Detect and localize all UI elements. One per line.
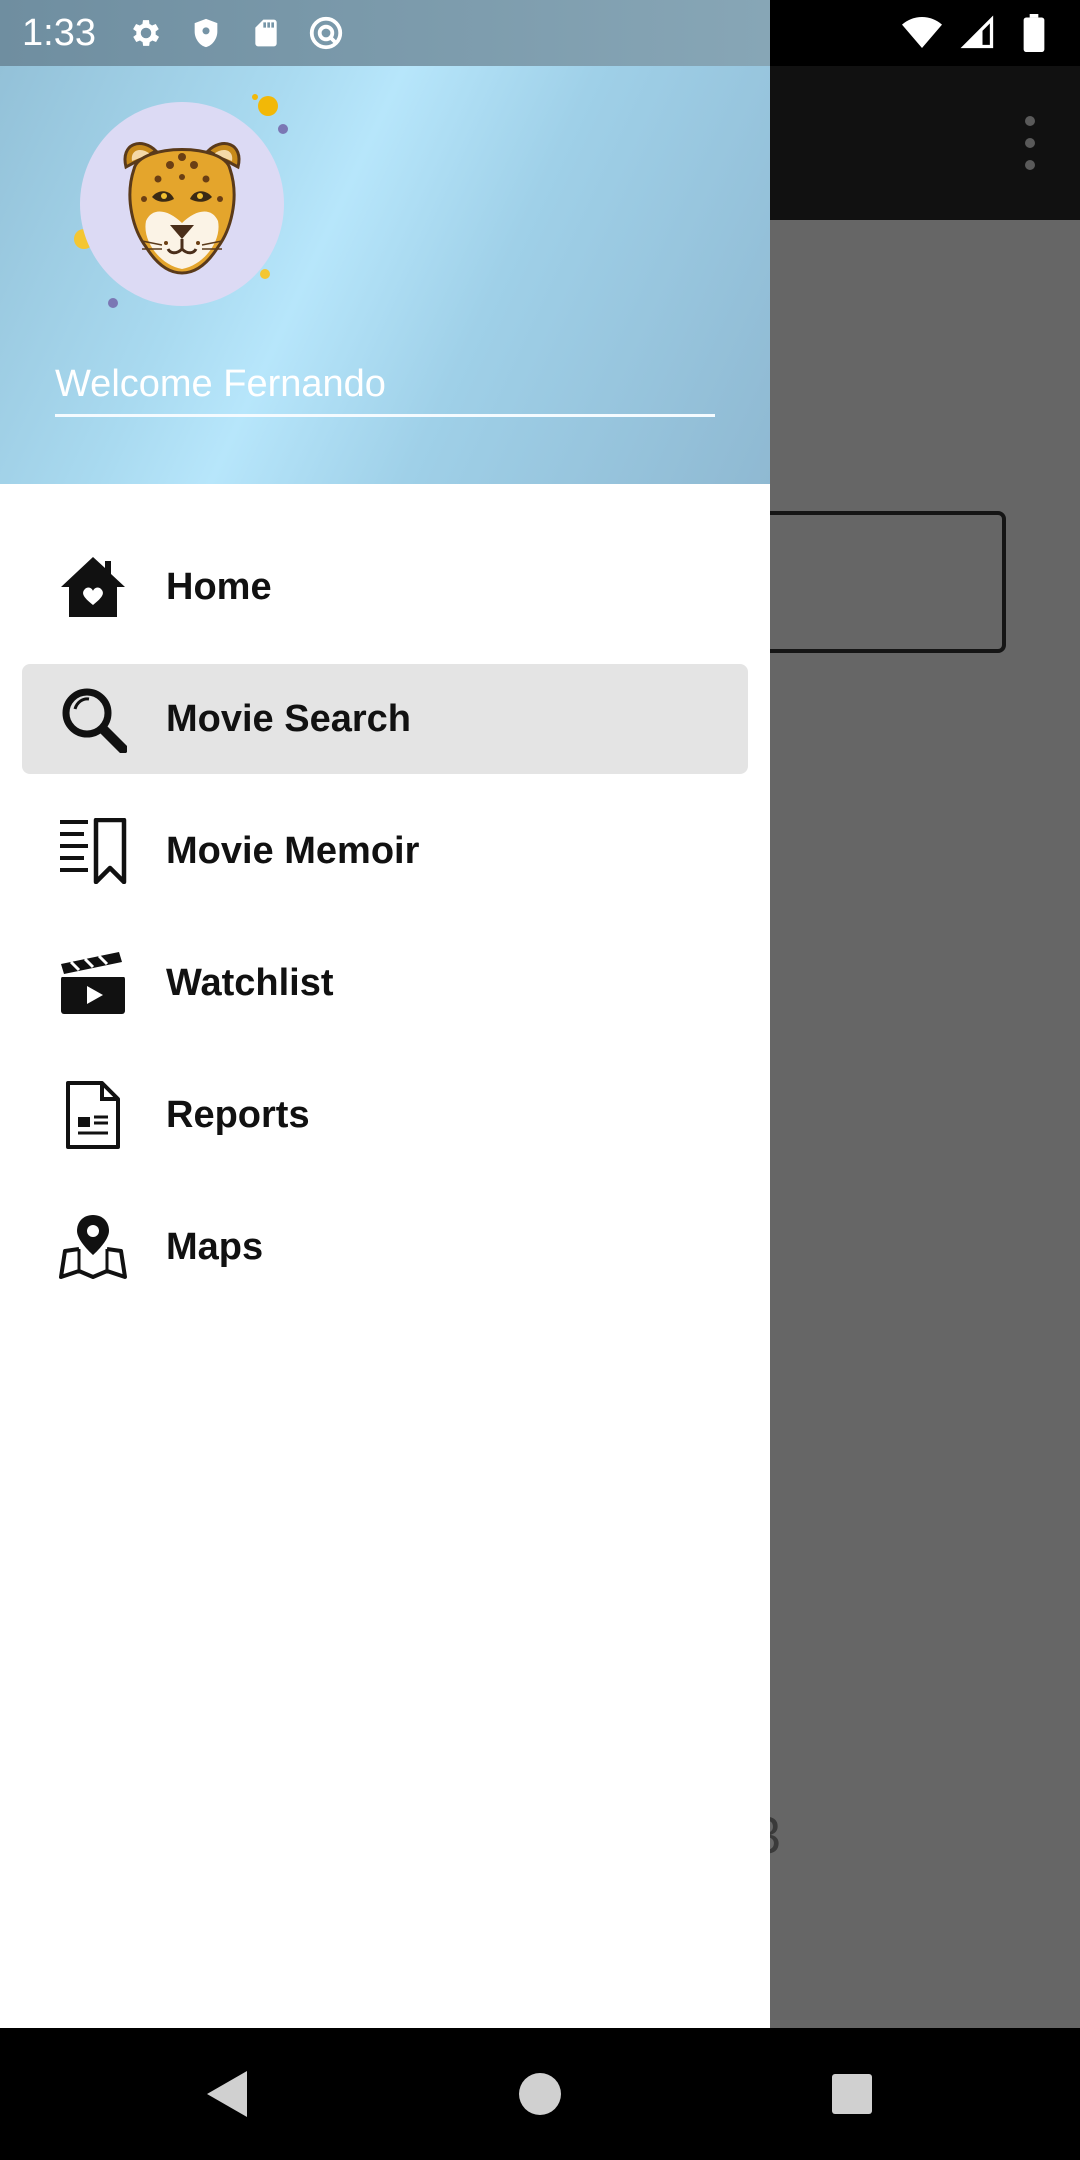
drawer-menu: Home Movie Search Movie Memoir Watchlist… bbox=[0, 484, 770, 1302]
system-nav-bar bbox=[0, 2028, 1080, 2160]
decorative-dot bbox=[252, 94, 258, 100]
more-vert-icon[interactable] bbox=[1020, 116, 1040, 170]
report-document-icon bbox=[58, 1080, 128, 1150]
navigation-drawer: Welcome Fernando Home Movie Search Movie… bbox=[0, 66, 770, 2028]
settings-icon bbox=[126, 13, 166, 53]
home-circle-icon[interactable] bbox=[510, 2064, 570, 2124]
menu-item-label: Maps bbox=[166, 1225, 264, 1268]
status-bar-left: 1:33 bbox=[0, 0, 770, 66]
sd-card-icon bbox=[246, 13, 286, 53]
menu-item-label: Watchlist bbox=[166, 961, 334, 1004]
cell-signal-icon bbox=[958, 13, 998, 53]
shield-icon bbox=[186, 13, 226, 53]
menu-item-watchlist[interactable]: Watchlist bbox=[22, 928, 748, 1038]
menu-item-label: Movie Search bbox=[166, 697, 411, 740]
clapperboard-icon bbox=[58, 948, 128, 1018]
status-time: 1:33 bbox=[22, 11, 96, 54]
decorative-dot bbox=[258, 96, 278, 116]
memoir-bookmark-icon bbox=[58, 816, 128, 886]
status-bar: 1:33 bbox=[0, 0, 1080, 66]
menu-item-label: Movie Memoir bbox=[166, 829, 420, 872]
welcome-field[interactable]: Welcome Fernando bbox=[55, 356, 715, 417]
search-icon bbox=[58, 684, 128, 754]
welcome-text: Welcome Fernando bbox=[55, 363, 386, 405]
menu-item-maps[interactable]: Maps bbox=[22, 1192, 748, 1302]
drawer-header: Welcome Fernando bbox=[0, 66, 770, 484]
back-icon[interactable] bbox=[196, 2064, 256, 2124]
decorative-dot bbox=[260, 269, 270, 279]
status-bar-right bbox=[894, 0, 1062, 66]
battery-icon bbox=[1014, 13, 1054, 53]
decorative-dot bbox=[108, 298, 118, 308]
home-icon bbox=[58, 552, 128, 622]
recents-icon[interactable] bbox=[822, 2064, 882, 2124]
map-pin-icon bbox=[58, 1212, 128, 1282]
menu-item-label: Reports bbox=[166, 1093, 310, 1136]
menu-item-home[interactable]: Home bbox=[22, 532, 748, 642]
menu-item-movie-search[interactable]: Movie Search bbox=[22, 664, 748, 774]
menu-item-label: Home bbox=[166, 565, 272, 608]
menu-item-reports[interactable]: Reports bbox=[22, 1060, 748, 1170]
menu-item-movie-memoir[interactable]: Movie Memoir bbox=[22, 796, 748, 906]
decorative-dot bbox=[278, 124, 288, 134]
sync-icon bbox=[306, 13, 346, 53]
jaguar-avatar-icon[interactable] bbox=[80, 102, 284, 306]
wifi-icon bbox=[902, 13, 942, 53]
